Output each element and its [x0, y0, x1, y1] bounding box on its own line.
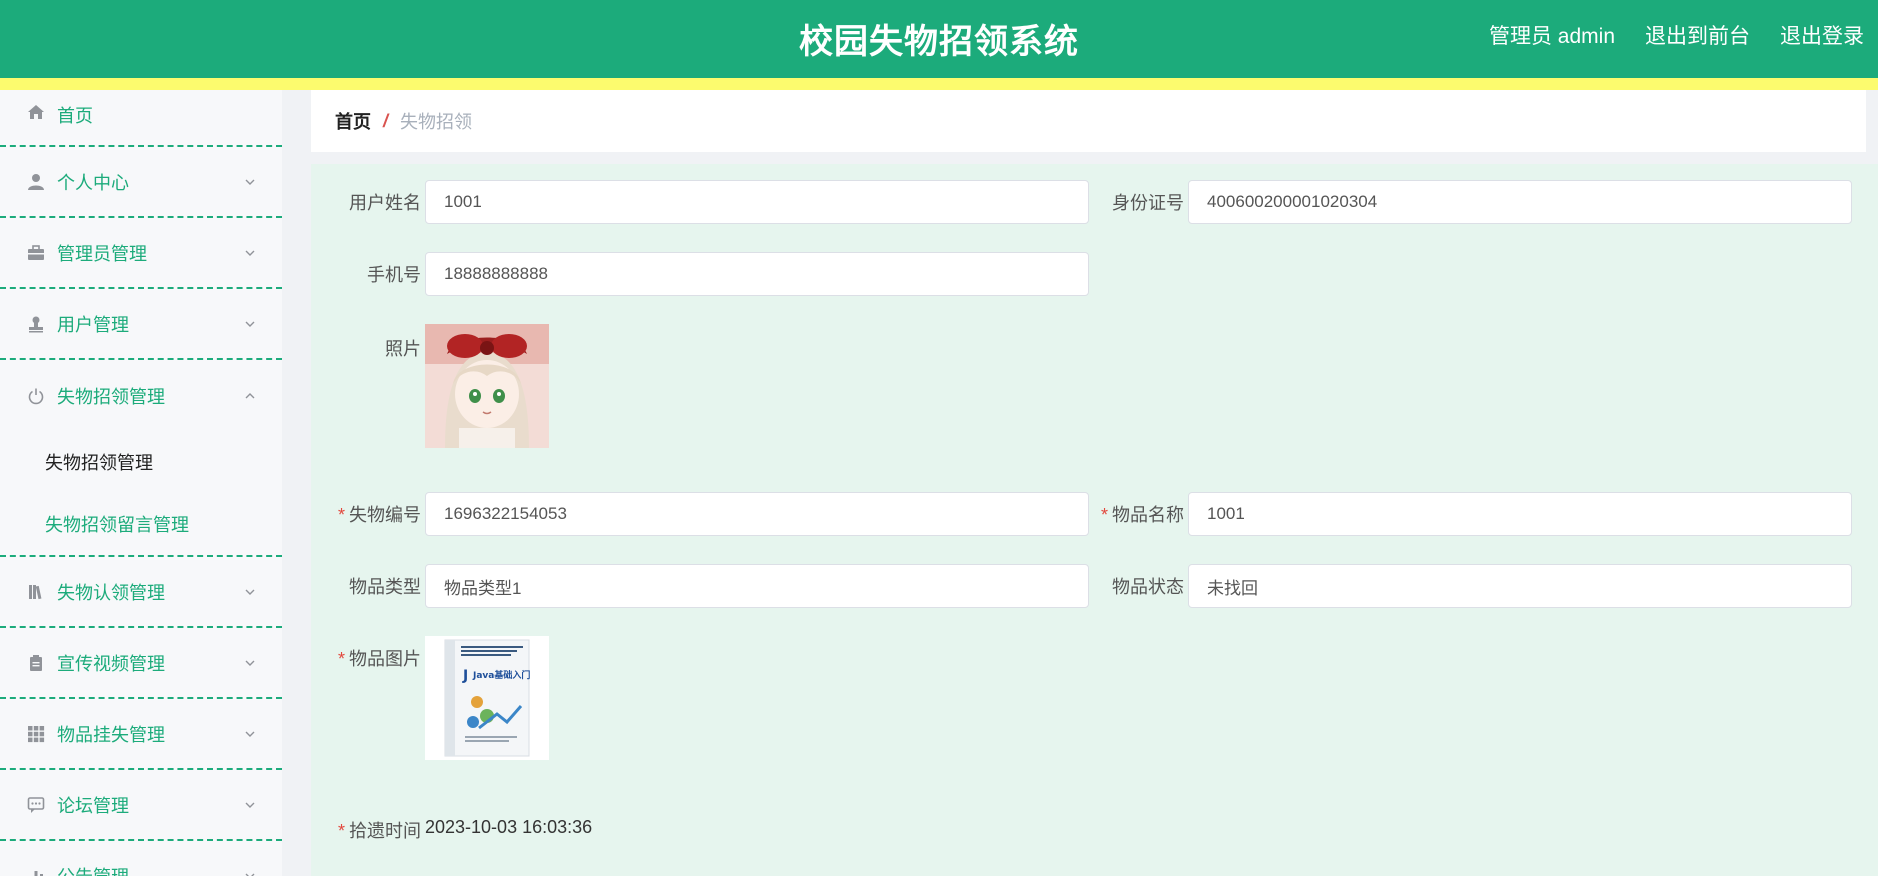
sidebar-item-label: 用户管理 [57, 314, 129, 335]
pickup-time-value: 2023-10-03 16:03:36 [425, 817, 593, 837]
sidebar-item-video-management[interactable]: 宣传视频管理 [0, 628, 282, 699]
chevron-down-icon [245, 589, 255, 595]
breadcrumb-separator: / [383, 110, 389, 131]
sidebar-subitem-lost-found-management[interactable]: 失物招领管理 [0, 431, 282, 493]
svg-text:J: J [462, 668, 468, 684]
sidebar-item-personal-center[interactable]: 个人中心 [0, 147, 282, 218]
chevron-down-icon [245, 250, 255, 256]
username-field[interactable]: 1001 [425, 180, 1089, 224]
chevron-down-icon [245, 802, 255, 808]
sidebar-item-label: 个人中心 [57, 172, 129, 193]
breadcrumb: 首页 / 失物招领 [311, 90, 1866, 152]
power-icon [26, 386, 46, 406]
sidebar-item-label: 物品挂失管理 [57, 724, 165, 745]
sidebar-item-admin-management[interactable]: 管理员管理 [0, 218, 282, 289]
pickup-time-label: * 拾遗时间 [337, 821, 421, 841]
username-label: 用户姓名 [349, 193, 421, 213]
sidebar: 首页 个人中心 管理员管理 用户管理 失物招领管理 失物招领管理 失物招领留言管 [0, 90, 282, 876]
breadcrumb-current: 失物招领 [400, 112, 473, 132]
grid-icon [26, 724, 46, 744]
chat-icon [26, 795, 46, 815]
item-image[interactable]: J Java基础入门 [425, 636, 549, 760]
sidebar-item-home[interactable]: 首页 [0, 90, 282, 147]
item-type-field[interactable]: 物品类型1 [425, 564, 1089, 608]
stamp-icon [26, 314, 46, 334]
sidebar-item-label: 失物认领管理 [57, 582, 165, 603]
sidebar-item-lost-found-management[interactable]: 失物招领管理 [0, 360, 282, 431]
chevron-down-icon [245, 179, 255, 185]
lost-no-field[interactable]: 1696322154053 [425, 492, 1089, 536]
sidebar-item-claim-management[interactable]: 失物认领管理 [0, 557, 282, 628]
exit-to-front-link[interactable]: 退出到前台 [1645, 20, 1750, 50]
user-icon [26, 172, 46, 192]
clipboard-icon [26, 653, 46, 673]
sidebar-item-label: 失物招领管理 [57, 386, 165, 407]
sidebar-item-label: 首页 [57, 106, 93, 126]
sidebar-item-notice-management[interactable]: 公告管理 [0, 841, 282, 876]
book-icon [26, 582, 46, 602]
user-photo[interactable] [425, 324, 549, 448]
detail-form: 用户姓名 1001 身份证号 400600200001020304 手机号 18… [311, 164, 1878, 876]
item-status-field[interactable]: 未找回 [1188, 564, 1852, 608]
chevron-down-icon [245, 873, 255, 876]
admin-user-label[interactable]: 管理员 admin [1489, 20, 1615, 50]
book-cover-title: Java基础入门 [472, 669, 530, 681]
phone-label: 手机号 [367, 265, 421, 285]
photo-label: 照片 [385, 339, 421, 359]
item-status-label: 物品状态 [1112, 577, 1184, 597]
idcard-label: 身份证号 [1112, 193, 1184, 213]
logout-link[interactable]: 退出登录 [1780, 20, 1864, 50]
briefcase-icon [26, 243, 46, 263]
chevron-down-icon [245, 731, 255, 737]
item-name-label: * 物品名称 [1100, 505, 1184, 525]
sidebar-item-label: 公告管理 [57, 863, 129, 876]
sidebar-item-label: 论坛管理 [57, 795, 129, 816]
sidebar-item-forum-management[interactable]: 论坛管理 [0, 770, 282, 841]
sidebar-item-label: 宣传视频管理 [57, 653, 165, 674]
chart-icon [26, 866, 46, 876]
item-type-label: 物品类型 [349, 577, 421, 597]
sidebar-item-user-management[interactable]: 用户管理 [0, 289, 282, 360]
home-icon [26, 102, 46, 122]
chevron-up-icon [245, 392, 255, 398]
sidebar-subitem-lost-found-comments[interactable]: 失物招领留言管理 [0, 493, 282, 555]
sidebar-item-label: 管理员管理 [57, 243, 147, 264]
sidebar-group-lost-found: 失物招领管理 失物招领管理 失物招领留言管理 [0, 360, 282, 557]
phone-field[interactable]: 18888888888 [425, 252, 1089, 296]
header-accent-bar [0, 78, 1878, 90]
chevron-down-icon [245, 321, 255, 327]
sidebar-item-loss-report-management[interactable]: 物品挂失管理 [0, 699, 282, 770]
idcard-field[interactable]: 400600200001020304 [1188, 180, 1852, 224]
breadcrumb-home-link[interactable]: 首页 [335, 108, 371, 134]
item-name-field[interactable]: 1001 [1188, 492, 1852, 536]
item-image-label: * 物品图片 [337, 649, 421, 669]
lost-no-label: * 失物编号 [337, 505, 421, 525]
header-links: 管理员 admin 退出到前台 退出登录 [1489, 20, 1864, 50]
top-header: 校园失物招领系统 管理员 admin 退出到前台 退出登录 [0, 0, 1878, 78]
chevron-down-icon [245, 660, 255, 666]
